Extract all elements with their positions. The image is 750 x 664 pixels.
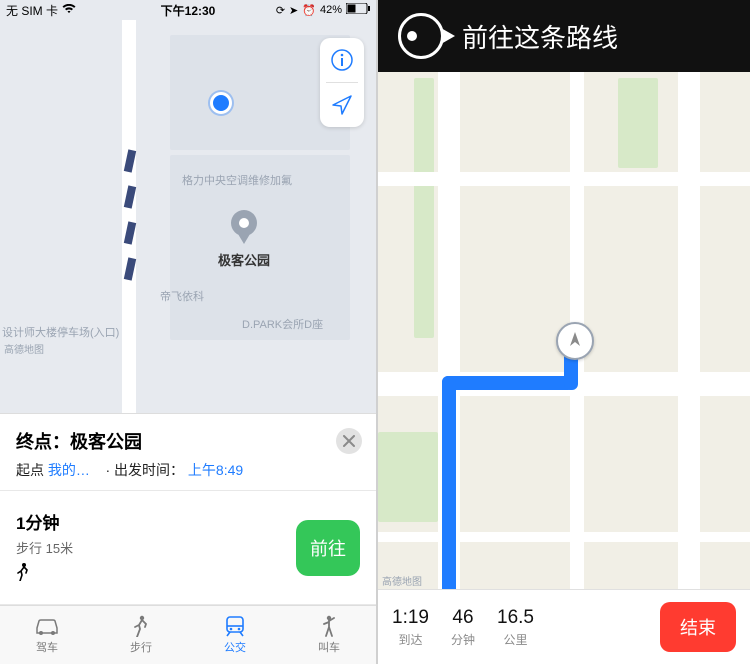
tab-ridehail[interactable]: 叫车 bbox=[282, 606, 376, 664]
map-poi-label: 设计师大楼停车场(入口) bbox=[2, 324, 119, 340]
route-duration: 1分钟 bbox=[16, 509, 73, 534]
map-attribution: 高德地图 bbox=[382, 573, 422, 588]
map-poi-label: D.PARK会所D座 bbox=[242, 316, 323, 332]
location-arrow-icon: ➤ bbox=[289, 4, 298, 17]
battery-percent: 42% bbox=[320, 4, 342, 16]
carrier-label: 无 SIM 卡 bbox=[6, 2, 58, 19]
origin-link[interactable]: 我的… bbox=[48, 462, 90, 478]
departure-time-link[interactable]: 上午8:49 bbox=[188, 462, 243, 478]
current-location-dot bbox=[210, 92, 232, 114]
info-button[interactable] bbox=[320, 38, 364, 82]
origin-departure-line: 起点 我的… · 出发时间： 上午8:49 bbox=[16, 460, 360, 480]
alarm-icon: ⏰ bbox=[302, 4, 316, 17]
tab-drive[interactable]: 驾车 bbox=[0, 606, 94, 664]
nav-instruction-banner: 前往这条路线 bbox=[378, 0, 750, 72]
close-sheet-button[interactable] bbox=[336, 428, 362, 454]
wifi-icon bbox=[62, 3, 76, 17]
transport-mode-tabbar: 驾车 步行 公交 叫车 bbox=[0, 605, 376, 664]
remaining-distance-stat: 16.5 公里 bbox=[497, 607, 534, 648]
left-screenshot: 格力中央空调维修加氟 帝飞依科 D.PARK会所D座 设计师大楼停车场(入口) … bbox=[0, 0, 378, 664]
map-poi-label: 帝飞依科 bbox=[160, 288, 204, 304]
navigation-bottom-bar: 1:19 到达 46 分钟 16.5 公里 结束 bbox=[378, 589, 750, 664]
map-poi-label: 格力中央空调维修加氟 bbox=[182, 172, 292, 188]
remaining-minutes-stat: 46 分钟 bbox=[451, 607, 475, 648]
heading-indicator bbox=[556, 322, 594, 360]
arrival-time-stat: 1:19 到达 bbox=[392, 607, 429, 648]
right-screenshot: 前往这条路线 高德地图 1:19 到达 bbox=[378, 0, 750, 664]
tab-transit[interactable]: 公交 bbox=[188, 606, 282, 664]
status-bar: 无 SIM 卡 下午12:30 ⟳ ➤ ⏰ 42% bbox=[0, 0, 376, 20]
route-distance: 步行 15米 bbox=[16, 538, 73, 557]
proceed-to-route-icon bbox=[398, 13, 444, 59]
destination-title: 终点：极客公园 bbox=[16, 428, 360, 454]
battery-icon bbox=[346, 3, 370, 17]
go-button[interactable]: 前往 bbox=[296, 520, 360, 576]
walk-icon bbox=[16, 563, 73, 586]
route-sheet: 终点：极客公园 起点 我的… · 出发时间： 上午8:49 1分钟 步行 15米 bbox=[0, 413, 376, 664]
map-attribution: 高德地图 bbox=[4, 341, 44, 356]
navigation-map-canvas[interactable]: 高德地图 bbox=[378, 72, 750, 590]
route-option-card[interactable]: 1分钟 步行 15米 前往 bbox=[0, 491, 376, 605]
destination-pin[interactable]: 极客公园 bbox=[218, 210, 270, 269]
locate-me-button[interactable] bbox=[320, 83, 364, 127]
end-navigation-button[interactable]: 结束 bbox=[660, 602, 736, 652]
nav-instruction-text: 前往这条路线 bbox=[462, 18, 618, 55]
orientation-lock-icon: ⟳ bbox=[276, 4, 285, 17]
tab-walk[interactable]: 步行 bbox=[94, 606, 188, 664]
map-controls bbox=[320, 38, 364, 127]
destination-pin-label: 极客公园 bbox=[218, 250, 270, 269]
